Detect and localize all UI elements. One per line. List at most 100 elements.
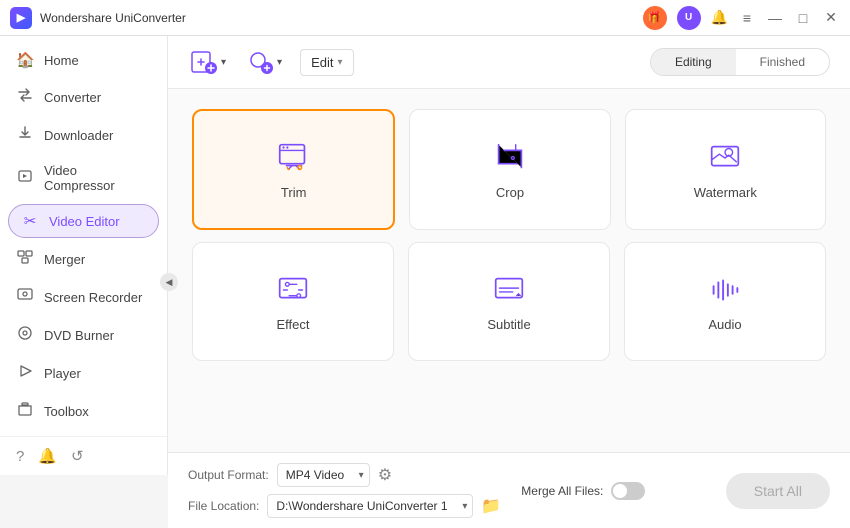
file-location-label: File Location:	[188, 499, 259, 513]
card-effect-label: Effect	[276, 317, 309, 332]
file-location-select[interactable]: D:\Wondershare UniConverter 1	[267, 494, 473, 518]
add-file-button[interactable]: ▾	[188, 46, 228, 78]
sidebar-item-label: Player	[44, 366, 81, 381]
card-crop[interactable]: Crop	[409, 109, 610, 230]
sidebar-item-label: Toolbox	[44, 404, 89, 419]
card-subtitle[interactable]: Subtitle	[408, 242, 610, 361]
card-trim[interactable]: Trim	[192, 109, 395, 230]
card-watermark[interactable]: Watermark	[625, 109, 826, 230]
sidebar-collapse-button[interactable]: ◀	[160, 273, 178, 291]
sidebar-bottom: ? 🔔 ↺	[0, 436, 167, 475]
merge-all-label: Merge All Files:	[521, 484, 603, 498]
menu-icon[interactable]: ≡	[738, 9, 756, 27]
crop-icon	[491, 139, 529, 177]
video-editor-icon: ✂	[21, 212, 39, 230]
sidebar-wrapper: 🏠 Home Converter	[0, 36, 168, 528]
card-watermark-label: Watermark	[694, 185, 757, 200]
content-area: ▾ ▾ Edit ▾ Editing Finished	[168, 36, 850, 528]
sidebar-items: 🏠 Home Converter	[0, 36, 167, 436]
sidebar-item-video-compressor[interactable]: Video Compressor	[0, 154, 167, 202]
settings-dropdown-arrow[interactable]: ▾	[277, 57, 282, 68]
sidebar: 🏠 Home Converter	[0, 36, 168, 475]
sidebar-item-dvd-burner[interactable]: DVD Burner	[0, 316, 167, 354]
title-bar: ▶ Wondershare UniConverter 🎁 U 🔔 ≡ — □ ✕	[0, 0, 850, 36]
sidebar-item-label: Downloader	[44, 128, 113, 143]
sidebar-item-label: Video Compressor	[44, 163, 151, 193]
downloader-icon	[16, 125, 34, 145]
sidebar-item-converter[interactable]: Converter	[0, 78, 167, 116]
sidebar-item-downloader[interactable]: Downloader	[0, 116, 167, 154]
merger-icon	[16, 249, 34, 269]
folder-open-icon[interactable]: 📁	[481, 496, 501, 516]
dvd-burner-icon	[16, 325, 34, 345]
toolbar: ▾ ▾ Edit ▾ Editing Finished	[168, 36, 850, 89]
player-icon	[16, 363, 34, 383]
edit-dropdown-label: Edit	[311, 55, 333, 70]
grid-row-1: Trim Crop	[192, 109, 826, 230]
watermark-icon	[706, 139, 744, 177]
file-location-select-wrapper[interactable]: D:\Wondershare UniConverter 1	[267, 494, 473, 518]
toolbox-icon	[16, 401, 34, 421]
close-button[interactable]: ✕	[822, 9, 840, 27]
subtitle-icon	[490, 271, 528, 309]
user-icon[interactable]: U	[677, 6, 701, 30]
add-dropdown-arrow[interactable]: ▾	[221, 57, 226, 68]
help-icon[interactable]: ?	[16, 448, 24, 465]
sidebar-item-screen-recorder[interactable]: Screen Recorder	[0, 278, 167, 316]
sidebar-item-home[interactable]: 🏠 Home	[0, 42, 167, 78]
merge-toggle-thumb	[613, 484, 627, 498]
gift-icon[interactable]: 🎁	[643, 6, 667, 30]
sidebar-item-toolbox[interactable]: Toolbox	[0, 392, 167, 430]
search-settings-icon	[246, 48, 274, 76]
screen-recorder-icon	[16, 287, 34, 307]
sidebar-item-label: Video Editor	[49, 214, 120, 229]
output-format-select-wrapper[interactable]: MP4 Video	[277, 463, 370, 487]
grid-row-2: Effect Subtitle	[192, 242, 826, 361]
card-crop-label: Crop	[496, 185, 524, 200]
tab-finished[interactable]: Finished	[736, 49, 829, 75]
title-bar-controls: 🎁 U 🔔 ≡ — □ ✕	[643, 6, 840, 30]
alert-icon[interactable]: 🔔	[38, 447, 57, 465]
sidebar-item-label: Converter	[44, 90, 101, 105]
tab-editing[interactable]: Editing	[651, 49, 736, 75]
settings-button[interactable]: ▾	[244, 46, 284, 78]
video-compressor-icon	[16, 168, 34, 188]
card-effect[interactable]: Effect	[192, 242, 394, 361]
edit-dropdown-arrow: ▾	[337, 57, 342, 68]
card-trim-label: Trim	[281, 185, 307, 200]
merge-toggle-track[interactable]	[611, 482, 645, 500]
app-logo: ▶	[10, 7, 32, 29]
sidebar-item-merger[interactable]: Merger	[0, 240, 167, 278]
refresh-icon[interactable]: ↺	[71, 447, 84, 465]
maximize-button[interactable]: □	[794, 9, 812, 27]
sidebar-item-label: DVD Burner	[44, 328, 114, 343]
grid-area: Trim Crop	[168, 89, 850, 452]
add-file-icon	[190, 48, 218, 76]
converter-icon	[16, 87, 34, 107]
output-format-field: Output Format: MP4 Video ⚙	[188, 463, 501, 487]
audio-icon	[706, 271, 744, 309]
app-title: Wondershare UniConverter	[40, 11, 186, 25]
minimize-button[interactable]: —	[766, 9, 784, 27]
output-format-select[interactable]: MP4 Video	[277, 463, 370, 487]
sidebar-item-label: Home	[44, 53, 79, 68]
sidebar-item-player[interactable]: Player	[0, 354, 167, 392]
effect-icon	[274, 271, 312, 309]
card-audio[interactable]: Audio	[624, 242, 826, 361]
bottom-bar: Output Format: MP4 Video ⚙ File Location…	[168, 452, 850, 528]
card-subtitle-label: Subtitle	[487, 317, 530, 332]
sidebar-item-video-editor[interactable]: ✂ Video Editor	[8, 204, 159, 238]
edit-dropdown[interactable]: Edit ▾	[300, 49, 353, 76]
tab-group: Editing Finished	[650, 48, 830, 76]
trim-icon	[275, 139, 313, 177]
notification-icon[interactable]: 🔔	[711, 9, 728, 26]
output-settings-icon[interactable]: ⚙	[378, 465, 392, 485]
merge-all-toggle: Merge All Files:	[521, 482, 645, 500]
file-location-field: File Location: D:\Wondershare UniConvert…	[188, 494, 501, 518]
start-all-button[interactable]: Start All	[726, 473, 830, 509]
card-audio-label: Audio	[708, 317, 741, 332]
output-format-label: Output Format:	[188, 468, 269, 482]
home-icon: 🏠	[16, 51, 34, 69]
sidebar-item-label: Merger	[44, 252, 85, 267]
sidebar-item-label: Screen Recorder	[44, 290, 142, 305]
